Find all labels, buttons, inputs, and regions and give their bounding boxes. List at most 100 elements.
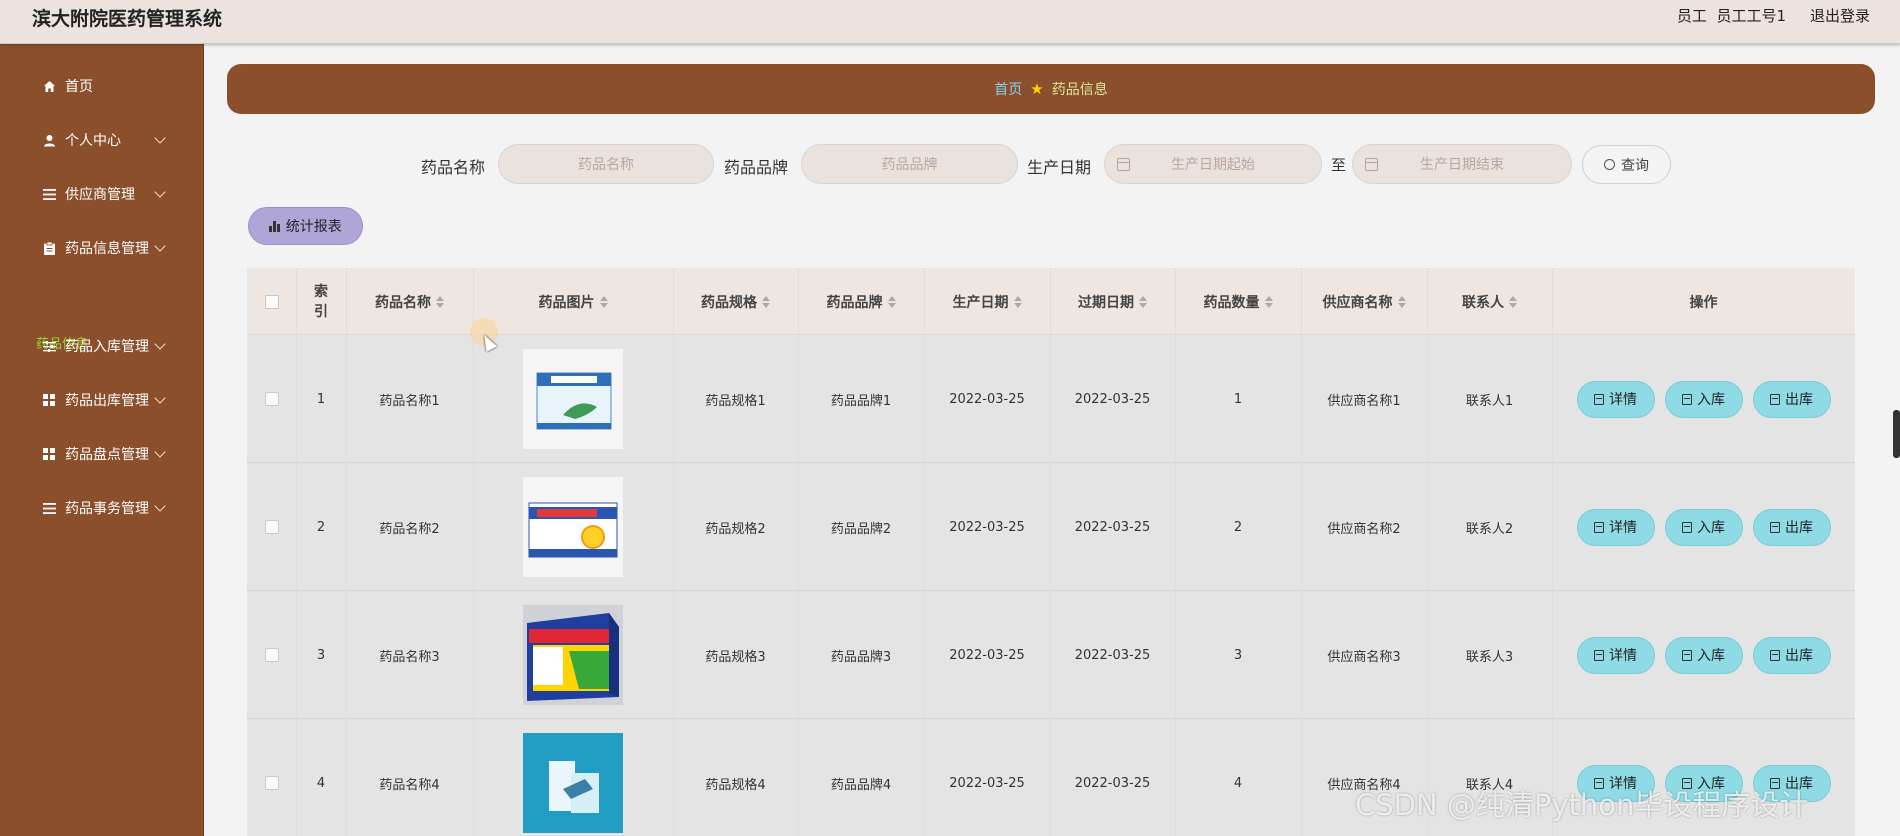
sort-icon[interactable] [436,295,444,308]
table-row: 3 药品名称3 药品规格3 药品品牌3 2022-03-25 2022-03-2… [247,591,1855,719]
breadcrumb-current: 药品信息 [1051,82,1108,98]
row-drug-image-cell [473,463,673,591]
sidebar-item-stock-in[interactable]: 药品入库管理 [0,326,204,366]
sort-icon[interactable] [1264,295,1273,308]
grid-icon [42,447,56,461]
select-all-checkbox[interactable] [264,294,279,309]
row-drug-image-cell [473,335,673,463]
sort-icon[interactable] [887,295,896,308]
row-drug-spec: 药品规格1 [705,393,766,409]
sidebar-item-label: 首页 [65,79,93,95]
column-divider [346,268,347,836]
sidebar-item-affairs[interactable]: 药品事务管理 [0,488,204,528]
detail-button[interactable]: 详情 [1576,508,1655,546]
header-actions: 操作 [1552,268,1855,335]
chevron-down-icon [154,500,166,512]
row-index: 1 [316,391,326,407]
stock-out-button[interactable]: 出库 [1752,508,1831,546]
sliders-icon [42,339,56,353]
header-drug-name[interactable]: 药品名称 [346,268,473,335]
drug-name-label: 药品名称 [421,158,486,177]
breadcrumb-home-link[interactable]: 首页 [994,79,1022,99]
drug-brand-input[interactable]: 药品品牌 [801,144,1018,184]
document-icon [1594,521,1604,533]
detail-button[interactable]: 详情 [1576,636,1655,674]
row-checkbox[interactable] [264,392,279,406]
row-drug-spec: 药品规格4 [705,777,766,793]
row-actions: 详情 入库 出库 [1552,335,1855,463]
row-drug-name: 药品名称2 [379,521,440,537]
production-date-end-input[interactable]: 生产日期结束 [1352,144,1572,184]
row-checkbox[interactable] [264,648,279,662]
sort-icon[interactable] [1397,295,1406,308]
header-drug-spec[interactable]: 药品规格 [673,268,798,335]
row-checkbox[interactable] [264,520,279,534]
header-label: 药品名称 [375,294,431,311]
header-select-all[interactable] [247,268,296,335]
header-expiry-date[interactable]: 过期日期 [1050,268,1175,335]
drug-image [523,477,623,577]
watermark: CSDN @纯清Python毕设程序设计 [1355,788,1809,822]
header-contact[interactable]: 联系人 [1427,268,1552,335]
page-scrollbar[interactable] [1893,410,1900,458]
sidebar-item-drug-info[interactable]: 药品信息管理 [0,228,204,268]
statistics-report-button[interactable]: 统计报表 [248,207,363,245]
sort-icon[interactable] [762,295,770,308]
header-label: 过期日期 [1078,294,1134,311]
sidebar-item-inventory[interactable]: 药品盘点管理 [0,434,204,474]
production-date-start-input[interactable]: 生产日期起始 [1104,144,1322,184]
header-drug-image[interactable]: 药品图片 [473,268,673,335]
stock-out-button-label: 出库 [1785,520,1813,536]
query-button[interactable]: 查询 [1582,145,1671,184]
row-drug-name: 药品名称1 [379,393,440,409]
row-expiry-date: 2022-03-25 [1074,519,1151,535]
sort-icon[interactable] [1509,295,1517,308]
row-checkbox-cell [247,335,296,463]
production-date-label: 生产日期 [1027,158,1092,177]
query-button-label: 查询 [1621,157,1649,174]
row-drug-name: 药品名称3 [379,649,440,665]
row-checkbox[interactable] [264,776,279,790]
table-row: 2 药品名称2 药品规格2 药品品牌2 2022-03-25 2022-03-2… [247,463,1855,591]
row-contact: 联系人3 [1465,649,1514,665]
header-quantity[interactable]: 药品数量 [1175,268,1301,335]
user-area: 员工 员工工号1 退出登录 [1677,5,1870,26]
sort-icon[interactable] [599,295,608,308]
stock-out-button[interactable]: 出库 [1752,380,1831,418]
production-date-end-placeholder: 生产日期结束 [1420,157,1504,173]
header-supplier[interactable]: 供应商名称 [1301,268,1427,335]
sort-icon[interactable] [1013,295,1022,308]
row-expiry-date: 2022-03-25 [1074,391,1151,407]
sidebar-item-supplier[interactable]: 供应商管理 [0,174,204,214]
detail-button-label: 详情 [1609,648,1637,664]
list-icon [42,187,56,201]
user-info: 员工 员工工号1 [1677,5,1786,26]
sort-icon[interactable] [1139,295,1147,308]
header-drug-brand[interactable]: 药品品牌 [798,268,924,335]
home-icon [42,79,56,93]
column-divider [1050,268,1051,836]
document-icon [1682,649,1692,661]
stock-in-button[interactable]: 入库 [1664,508,1743,546]
row-quantity: 3 [1233,647,1243,663]
sidebar-item-label: 药品事务管理 [65,501,149,517]
document-icon [1682,393,1692,405]
detail-button[interactable]: 详情 [1576,380,1655,418]
drug-name-input[interactable]: 药品名称 [498,144,714,184]
sidebar-item-stock-out[interactable]: 药品出库管理 [0,380,204,420]
search-icon [1604,159,1615,170]
header-label: 药品数量 [1203,294,1260,311]
header-production-date[interactable]: 生产日期 [924,268,1050,335]
sidebar-item-personal[interactable]: 个人中心 [0,120,204,160]
logout-link[interactable]: 退出登录 [1810,5,1870,26]
row-production-date: 2022-03-25 [949,391,1025,407]
stock-in-button[interactable]: 入库 [1664,380,1743,418]
row-production-date: 2022-03-25 [949,519,1025,535]
sidebar-item-home[interactable]: 首页 [0,66,204,106]
chevron-down-icon [154,392,166,404]
sidebar-item-label: 药品入库管理 [65,339,149,355]
sidebar-item-label: 药品出库管理 [65,393,149,409]
bar-chart-icon [269,220,280,232]
stock-out-button[interactable]: 出库 [1752,636,1831,674]
stock-in-button[interactable]: 入库 [1664,636,1743,674]
